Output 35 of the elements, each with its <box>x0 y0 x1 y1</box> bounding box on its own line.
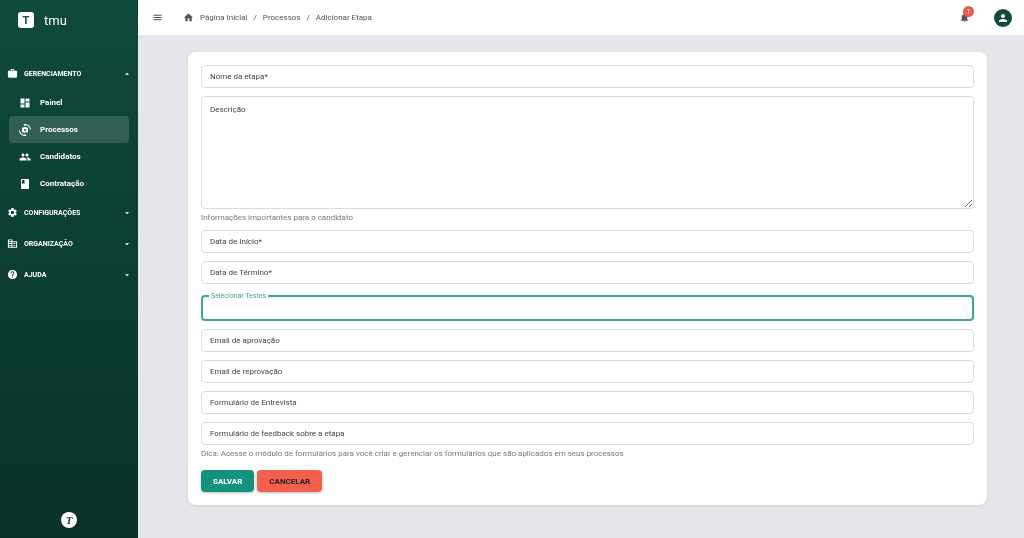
breadcrumb-link[interactable]: Processos <box>262 13 301 22</box>
building-icon <box>7 238 18 249</box>
helper-text: Dica: Acesse o módulo de formulários para você criar e gerenciar os formulários que são aplicados em seus processos <box>201 449 625 458</box>
breadcrumb-separator: / <box>306 13 310 22</box>
nav-item[interactable]: Contratação <box>9 170 129 197</box>
breadcrumb-separator: / <box>253 13 257 22</box>
avatar[interactable] <box>994 8 1012 27</box>
help-icon <box>7 269 18 280</box>
text-field[interactable]: Formulário de Entrevista <box>201 391 974 414</box>
brand-name: tmu <box>44 12 67 28</box>
book-icon <box>19 177 31 190</box>
gear-icon <box>7 207 18 218</box>
nav-item[interactable]: Candidatos <box>9 143 129 170</box>
logo: T <box>18 12 34 28</box>
briefcase-icon <box>7 68 18 79</box>
text-field[interactable]: Data de Término* <box>201 261 974 284</box>
save-button[interactable]: SALVAR <box>201 470 255 492</box>
cancel-button[interactable]: CANCELAR <box>257 470 323 492</box>
text-field[interactable]: Email de aprovação <box>201 329 974 352</box>
text-field[interactable]: Nome da etapa* <box>201 65 974 88</box>
text-field[interactable]: Email de reprovação <box>201 360 974 383</box>
menu-icon[interactable] <box>152 12 163 23</box>
helper-text: Informações importantes para o candidato <box>201 213 355 222</box>
text-field[interactable]: Formulário de feedback sobre a etapa <box>201 422 974 445</box>
breadcrumb-link[interactable]: Adicionar Etapa <box>315 13 372 22</box>
notification-badge: 1 <box>963 6 974 17</box>
cycle-icon <box>19 123 31 136</box>
textarea-field[interactable]: Descrição <box>201 96 974 209</box>
nav-item[interactable]: Processos <box>9 116 129 143</box>
dashboard-icon <box>19 96 31 109</box>
breadcrumb-link[interactable]: Página Inicial <box>200 13 248 22</box>
nav-item[interactable]: Painel <box>9 89 129 116</box>
text-field[interactable]: Data de Início* <box>201 230 974 253</box>
footer-logo: T <box>61 512 77 528</box>
home-icon <box>183 12 194 23</box>
